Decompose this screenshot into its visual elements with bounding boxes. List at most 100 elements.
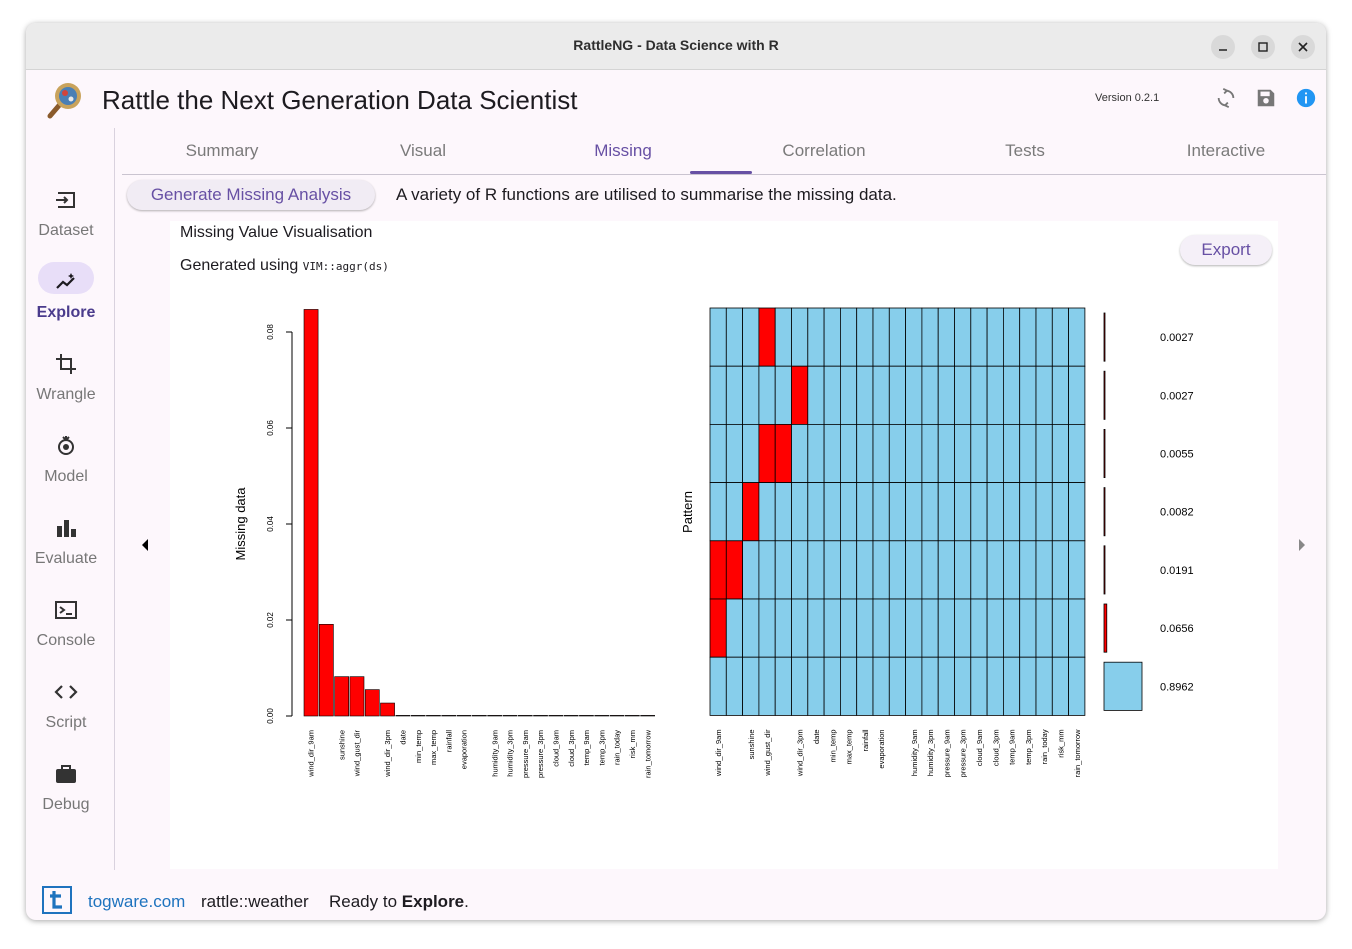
present-cell bbox=[1068, 365, 1086, 425]
present-cell bbox=[1051, 598, 1069, 658]
x-tick-label: max_temp bbox=[429, 730, 438, 765]
sidebar-item-explore[interactable]: Explore bbox=[26, 262, 114, 340]
close-icon bbox=[1298, 42, 1308, 52]
present-cell bbox=[791, 656, 809, 716]
x-tick-label: cloud_3pm bbox=[567, 730, 576, 767]
present-cell bbox=[1051, 365, 1069, 425]
previous-page-arrow-icon[interactable] bbox=[140, 537, 150, 553]
next-page-arrow-icon[interactable] bbox=[1297, 537, 1307, 553]
maximize-button[interactable] bbox=[1251, 35, 1275, 59]
title-bar: RattleNG - Data Science with R bbox=[26, 23, 1326, 70]
generate-missing-analysis-button[interactable]: Generate Missing Analysis bbox=[127, 180, 375, 210]
tab-summary[interactable]: Summary bbox=[122, 141, 322, 161]
present-cell bbox=[986, 307, 1004, 367]
present-cell bbox=[888, 656, 906, 716]
tab-correlation[interactable]: Correlation bbox=[724, 141, 924, 161]
present-cell bbox=[905, 307, 923, 367]
export-button[interactable]: Export bbox=[1180, 235, 1272, 265]
heatmap-x-label: wind_dir_9am bbox=[714, 729, 723, 777]
present-cell bbox=[954, 365, 972, 425]
sidebar-item-wrangle[interactable]: Wrangle bbox=[26, 352, 114, 422]
status-suffix: . bbox=[464, 892, 469, 911]
refresh-icon[interactable] bbox=[1215, 87, 1237, 109]
present-cell bbox=[856, 540, 874, 600]
y-axis-title: Missing data bbox=[233, 487, 248, 561]
present-cell bbox=[725, 598, 743, 658]
window-title: RattleNG - Data Science with R bbox=[573, 37, 779, 53]
present-cell bbox=[807, 365, 825, 425]
sidebar-item-evaluate[interactable]: Evaluate bbox=[26, 516, 114, 586]
minimize-button[interactable] bbox=[1211, 35, 1235, 59]
save-icon[interactable] bbox=[1255, 87, 1277, 109]
sidebar-item-debug[interactable]: Debug bbox=[26, 762, 114, 832]
present-cell bbox=[1035, 540, 1053, 600]
proportion-bar bbox=[1103, 545, 1106, 595]
present-cell bbox=[1035, 482, 1053, 542]
tab-visual[interactable]: Visual bbox=[323, 141, 523, 161]
proportion-label: 0.0082 bbox=[1160, 507, 1194, 519]
present-cell bbox=[1019, 482, 1037, 542]
x-tick-label: pressure_9am bbox=[521, 730, 530, 778]
present-cell bbox=[807, 540, 825, 600]
bar-chart-icon bbox=[57, 520, 76, 537]
heatmap-y-title: Pattern bbox=[680, 491, 695, 533]
missing-bar bbox=[487, 715, 503, 717]
heatmap-x-label: sunshine bbox=[747, 729, 756, 759]
present-cell bbox=[807, 307, 825, 367]
present-cell bbox=[1003, 365, 1021, 425]
present-cell bbox=[823, 365, 841, 425]
missing-bar bbox=[533, 715, 548, 717]
y-tick-label: 0.06 bbox=[266, 420, 275, 436]
tab-missing[interactable]: Missing bbox=[523, 141, 723, 161]
present-cell bbox=[725, 656, 743, 716]
present-cell bbox=[856, 423, 874, 483]
present-cell bbox=[986, 365, 1004, 425]
togware-link[interactable]: togware.com bbox=[88, 892, 185, 912]
present-cell bbox=[823, 423, 841, 483]
heatmap-x-label: date bbox=[812, 729, 821, 744]
present-cell bbox=[888, 598, 906, 658]
x-tick-label: wind_dir_3pm bbox=[383, 730, 392, 778]
close-button[interactable] bbox=[1291, 35, 1315, 59]
heatmap-x-label: rain_today bbox=[1040, 729, 1049, 764]
present-cell bbox=[970, 307, 988, 367]
heatmap-x-label: temp_9am bbox=[1008, 729, 1017, 764]
present-cell bbox=[937, 365, 955, 425]
proportion-bar bbox=[1103, 312, 1106, 362]
sidebar-item-label: Explore bbox=[36, 304, 96, 321]
proportion-label: 0.0027 bbox=[1160, 332, 1194, 344]
sidebar-item-console[interactable]: Console bbox=[26, 598, 114, 668]
missing-bar bbox=[471, 715, 487, 717]
tab-tests[interactable]: Tests bbox=[925, 141, 1125, 161]
info-icon[interactable] bbox=[1295, 87, 1317, 109]
tab-interactive[interactable]: Interactive bbox=[1126, 141, 1326, 161]
heatmap-x-label: cloud_3pm bbox=[991, 729, 1000, 766]
present-cell bbox=[1068, 540, 1086, 600]
sidebar-item-model[interactable]: Model bbox=[26, 434, 114, 504]
present-cell bbox=[986, 598, 1004, 658]
present-cell bbox=[1068, 423, 1086, 483]
present-cell bbox=[758, 482, 776, 542]
present-cell bbox=[807, 656, 825, 716]
proportion-label: 0.0656 bbox=[1160, 623, 1194, 635]
x-tick-label: humidity_9am bbox=[490, 730, 499, 777]
sidebar-item-script[interactable]: Script bbox=[26, 680, 114, 750]
present-cell bbox=[791, 540, 809, 600]
x-tick-label: risk_mm bbox=[628, 730, 637, 758]
present-cell bbox=[774, 540, 792, 600]
missing-bar bbox=[426, 715, 441, 717]
present-cell bbox=[1003, 423, 1021, 483]
present-cell bbox=[1019, 540, 1037, 600]
sidebar-item-dataset[interactable]: Dataset bbox=[26, 188, 114, 258]
present-cell bbox=[1035, 423, 1053, 483]
sidebar-item-label: Console bbox=[36, 632, 96, 649]
present-cell bbox=[725, 307, 743, 367]
present-cell bbox=[872, 598, 890, 658]
present-cell bbox=[840, 540, 858, 600]
present-cell bbox=[954, 598, 972, 658]
present-cell bbox=[1003, 307, 1021, 367]
x-tick-label: pressure_3pm bbox=[536, 730, 545, 778]
present-cell bbox=[709, 307, 727, 367]
present-cell bbox=[888, 482, 906, 542]
x-tick-label: temp_9am bbox=[582, 730, 591, 765]
